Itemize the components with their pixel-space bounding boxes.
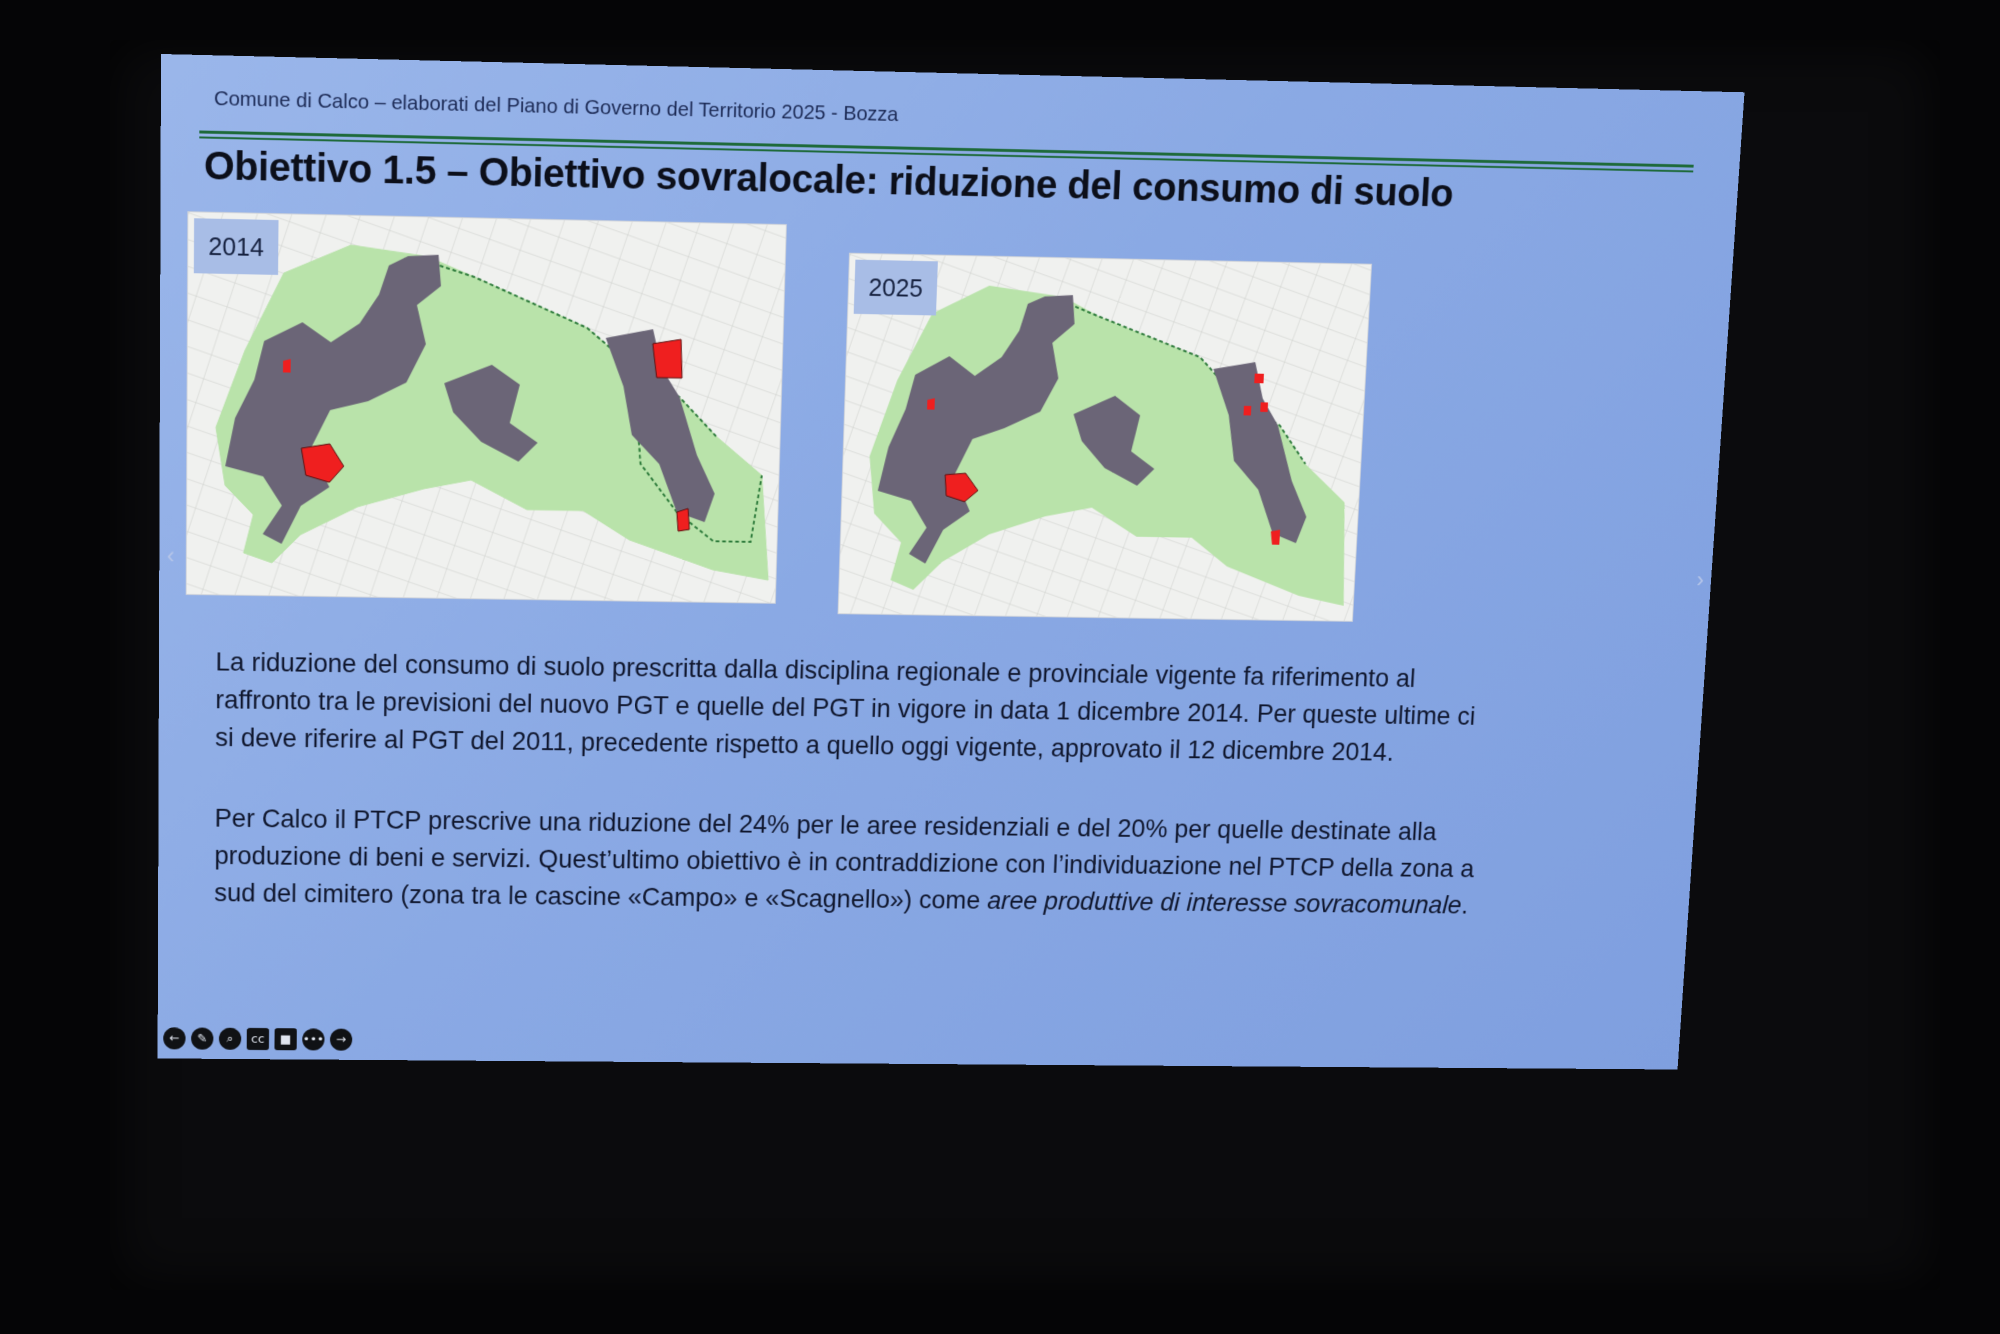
- slide-title: Obiettivo 1.5 – Obiettivo sovralocale: r…: [204, 142, 1455, 216]
- consumption-area: [652, 339, 683, 378]
- more-icon[interactable]: •••: [302, 1028, 324, 1050]
- presentation-slide: Comune di Calco – elaborati del Piano di…: [158, 54, 1745, 1069]
- previous-slide-icon[interactable]: ←: [163, 1027, 185, 1049]
- camera-icon[interactable]: ■: [274, 1028, 296, 1050]
- paragraph-ptcp: Per Calco il PTCP prescrive una riduzion…: [214, 799, 1477, 923]
- map-2025: 2025: [838, 253, 1372, 622]
- paragraph-end: .: [1461, 891, 1469, 919]
- map-year-label: 2014: [194, 218, 279, 275]
- map-year-label: 2025: [854, 260, 938, 316]
- subtitles-icon[interactable]: cc: [247, 1028, 269, 1050]
- map-2014: 2014: [186, 211, 787, 604]
- consumption-area: [1260, 402, 1268, 412]
- consumption-area: [676, 508, 690, 531]
- zoom-icon[interactable]: ⌕: [219, 1028, 241, 1050]
- presenter-toolbar: ← ✎ ⌕ cc ■ ••• →: [163, 1027, 352, 1050]
- paragraph-consumption-reference: La riduzione del consumo di suolo prescr…: [215, 643, 1479, 772]
- consumption-area: [283, 359, 291, 373]
- next-slide-hint-icon[interactable]: ›: [1696, 567, 1705, 593]
- next-slide-icon[interactable]: →: [330, 1029, 352, 1051]
- consumption-area: [1243, 406, 1251, 416]
- consumption-area: [927, 398, 935, 410]
- paragraph-emphasis: aree produttive di interesse sovracomuna…: [987, 886, 1463, 919]
- consumption-area: [1254, 374, 1264, 384]
- previous-slide-hint-icon[interactable]: ‹: [167, 543, 175, 570]
- pen-icon[interactable]: ✎: [191, 1027, 213, 1049]
- paragraph-text: sud del cimitero (zona tra le cascine «C…: [214, 878, 988, 914]
- slide-header: Comune di Calco – elaborati del Piano di…: [214, 87, 899, 127]
